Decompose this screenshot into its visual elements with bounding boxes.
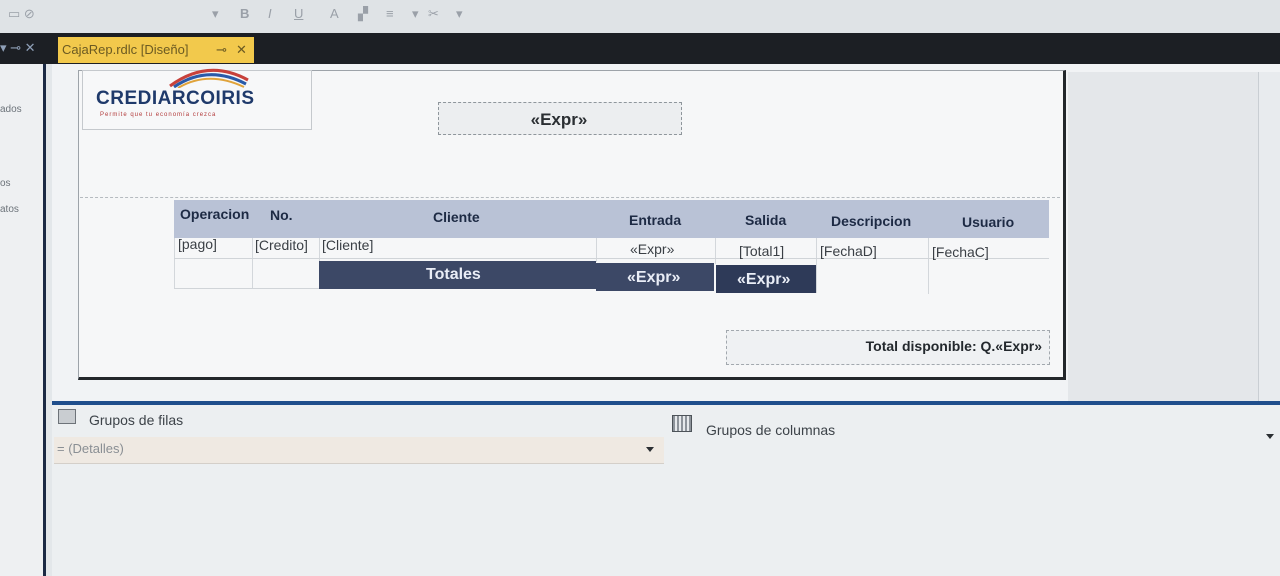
left-panel: ados os atos <box>0 64 46 576</box>
logo-tagline: Permite que tu economía crezca <box>100 112 217 118</box>
row-divider <box>174 258 1049 259</box>
row-groups-icon <box>58 409 76 424</box>
tab-title: CajaRep.rdlc [Diseño] <box>62 42 189 57</box>
chevron-down-icon[interactable] <box>646 447 654 452</box>
left-panel-item[interactable]: os <box>0 178 11 189</box>
tab-cajarep-design[interactable]: CajaRep.rdlc [Diseño] ⊸ ✕ <box>58 37 254 63</box>
italic-button[interactable]: I <box>268 6 272 21</box>
font-color-icon[interactable]: A <box>330 6 339 21</box>
chevron-down-icon[interactable]: ▾ <box>212 6 219 22</box>
column-header-no[interactable]: No. <box>270 207 293 223</box>
row-groups-label: Grupos de filas <box>89 412 184 428</box>
grouping-pane <box>52 405 1280 576</box>
rainbow-icon <box>169 68 249 88</box>
row-divider <box>174 288 319 289</box>
row-group-item-label: = (Detalles) <box>57 441 124 456</box>
detail-cell-credito[interactable]: [Credito] <box>255 237 308 253</box>
chevron-down-icon[interactable] <box>1266 434 1274 439</box>
canvas-margin <box>1068 72 1258 402</box>
bold-button[interactable]: B <box>240 6 249 21</box>
detail-cell-pago[interactable]: [pago] <box>178 236 217 252</box>
title-expression: «Expr» <box>530 110 588 129</box>
table-header-row[interactable] <box>174 200 1049 238</box>
column-divider <box>174 238 175 288</box>
column-header-usuario[interactable]: Usuario <box>962 214 1014 230</box>
detail-cell-usuario[interactable]: [FechaC] <box>932 244 989 260</box>
page-header-divider <box>80 197 1060 198</box>
detail-cell-entrada[interactable]: «Expr» <box>630 241 674 257</box>
vertical-scrollbar[interactable] <box>1258 72 1280 412</box>
toolbar-icon[interactable]: ▭ ⊘ <box>8 6 35 22</box>
column-divider <box>928 238 929 294</box>
column-groups-label: Grupos de columnas <box>706 422 836 438</box>
background-color-icon[interactable]: ▞ <box>358 6 368 22</box>
column-header-operacion[interactable]: Operacion <box>180 206 249 222</box>
column-divider <box>816 238 817 293</box>
column-groups-icon <box>672 415 692 432</box>
column-header-cliente[interactable]: Cliente <box>433 209 480 225</box>
left-panel-item[interactable]: ados <box>0 104 22 115</box>
panel-controls[interactable]: ▾ ⊸ ✕ <box>0 40 36 56</box>
underline-button[interactable]: U <box>294 6 303 21</box>
column-header-descripcion[interactable]: Descripcion <box>831 213 911 229</box>
detail-cell-descripcion[interactable]: [FechaD] <box>820 243 877 259</box>
toolbar: ▭ ⊘ ▾ B I U A ▞ ≡ ▾ ✂ ▾ <box>0 0 1280 34</box>
align-icon[interactable]: ≡ <box>386 6 394 21</box>
pin-icon[interactable]: ⊸ <box>216 42 227 58</box>
totals-label: Totales <box>426 266 481 283</box>
detail-cell-salida[interactable]: [Total1] <box>739 243 784 259</box>
detail-cell-cliente[interactable]: [Cliente] <box>322 237 373 253</box>
column-divider <box>252 238 253 288</box>
row-group-item-detalles[interactable] <box>54 437 664 464</box>
chevron-down-icon[interactable]: ▾ <box>412 6 419 22</box>
column-divider <box>715 238 716 264</box>
close-icon[interactable]: ✕ <box>236 42 247 58</box>
overflow-icon[interactable]: ▾ <box>456 6 463 22</box>
totals-entrada-expression: «Expr» <box>627 269 681 286</box>
totals-salida-expression: «Expr» <box>737 271 791 288</box>
total-disponible-text: Total disponible: Q.«Expr» <box>865 338 1042 354</box>
left-panel-item[interactable]: atos <box>0 204 19 215</box>
column-header-entrada[interactable]: Entrada <box>629 212 681 228</box>
logo-text: CREDIARCOIRIS <box>96 88 255 109</box>
column-header-salida[interactable]: Salida <box>745 212 786 228</box>
format-painter-icon[interactable]: ✂ <box>428 6 439 22</box>
